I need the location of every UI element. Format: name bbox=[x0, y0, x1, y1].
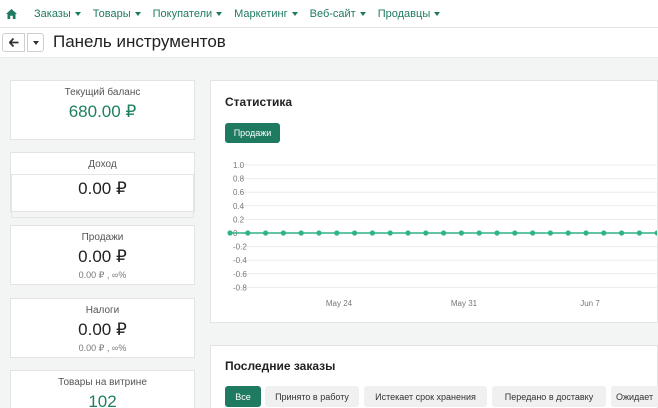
nav-website-label: Веб-сайт bbox=[309, 7, 356, 20]
chevron-down-icon bbox=[134, 12, 141, 16]
balance-value: 680.00 ₽ bbox=[68, 102, 137, 121]
data-point bbox=[654, 230, 657, 236]
chevron-down-icon bbox=[216, 12, 223, 16]
data-point bbox=[280, 230, 286, 236]
y-tick-label: -0.2 bbox=[233, 243, 247, 252]
data-point bbox=[494, 230, 500, 236]
data-point bbox=[298, 230, 304, 236]
nav-products-label: Товары bbox=[92, 7, 131, 20]
nav-products[interactable]: Товары bbox=[93, 8, 141, 20]
y-tick-label: 0.6 bbox=[233, 188, 245, 197]
data-point bbox=[547, 230, 553, 236]
y-tick-label: 0.8 bbox=[233, 175, 245, 184]
data-point bbox=[530, 230, 536, 236]
y-tick-label: 0.2 bbox=[233, 215, 245, 224]
page-title: Панель инструментов bbox=[53, 32, 226, 51]
chevron-down-icon bbox=[74, 12, 81, 16]
taxes-card: Налоги 0.00 ₽ 0.00 ₽ , ∞% bbox=[10, 298, 195, 358]
filter-in-delivery-button[interactable]: Передано в доставку bbox=[492, 386, 606, 407]
income-label: Доход bbox=[88, 159, 117, 170]
data-point bbox=[583, 230, 589, 236]
sales-tab-button[interactable]: Продажи bbox=[225, 123, 280, 143]
data-point bbox=[423, 230, 429, 236]
data-point bbox=[601, 230, 607, 236]
products-label: Товары на витрине bbox=[58, 377, 147, 388]
income-card: Доход 0.00 ₽ bbox=[10, 152, 195, 218]
data-point bbox=[476, 230, 482, 236]
data-point bbox=[334, 230, 340, 236]
sales-label: Продажи bbox=[81, 232, 124, 243]
sales-card: Продажи 0.00 ₽ 0.00 ₽ , ∞% bbox=[10, 225, 195, 285]
filter-all-button[interactable]: Все bbox=[225, 386, 261, 407]
data-point bbox=[245, 230, 251, 236]
x-tick-label: May 31 bbox=[451, 299, 478, 308]
filter-storage-expiring-button[interactable]: Истекает срок хранения bbox=[364, 386, 487, 407]
data-point bbox=[316, 230, 322, 236]
products-card: Товары на витрине 102 bbox=[10, 370, 195, 408]
sales-value: 0.00 ₽ bbox=[78, 247, 127, 266]
sales-chart: 1.00.80.60.40.20-0.2-0.4-0.6-0.8May 24 Ma… bbox=[227, 161, 657, 308]
data-point bbox=[227, 230, 233, 236]
y-tick-label: 0.4 bbox=[233, 202, 245, 211]
products-value: 102 bbox=[88, 392, 117, 408]
data-point bbox=[565, 230, 571, 236]
nav-customers[interactable]: Покупатели bbox=[153, 8, 223, 20]
nav-orders-label: Заказы bbox=[34, 7, 71, 20]
home-icon[interactable] bbox=[0, 0, 22, 28]
chevron-down-icon bbox=[32, 40, 39, 45]
taxes-label: Налоги bbox=[85, 305, 120, 316]
data-point bbox=[352, 230, 358, 236]
nav-website[interactable]: Веб-сайт bbox=[310, 8, 366, 20]
nav-orders[interactable]: Заказы bbox=[34, 8, 81, 20]
data-point bbox=[405, 230, 411, 236]
income-box: 0.00 ₽ bbox=[11, 174, 194, 218]
title-bar: Панель инструментов bbox=[0, 28, 658, 58]
taxes-change: 0.00 ₽ , ∞% bbox=[78, 343, 127, 353]
data-point bbox=[619, 230, 625, 236]
nav-vendors-label: Продавцы bbox=[377, 7, 431, 20]
balance-card: Текущий баланс 680.00 ₽ bbox=[10, 80, 195, 140]
nav-customers-label: Покупатели bbox=[152, 7, 213, 20]
filter-pending-button[interactable]: Ожидает bbox=[611, 386, 658, 407]
chevron-down-icon bbox=[359, 12, 366, 16]
data-point bbox=[369, 230, 375, 236]
chevron-down-icon bbox=[291, 12, 298, 16]
y-tick-label: 1.0 bbox=[233, 161, 245, 170]
chevron-down-icon bbox=[434, 12, 441, 16]
balance-label: Текущий баланс bbox=[64, 87, 141, 98]
data-point bbox=[263, 230, 269, 236]
back-history-dropdown[interactable] bbox=[27, 33, 44, 52]
taxes-value: 0.00 ₽ bbox=[78, 320, 127, 339]
y-tick-label: -0.8 bbox=[233, 283, 247, 292]
x-tick-label: Jun 7 bbox=[580, 299, 600, 308]
y-tick-label: -0.6 bbox=[233, 270, 247, 279]
recent-orders-title: Последние заказы bbox=[225, 359, 336, 373]
nav-vendors[interactable]: Продавцы bbox=[378, 8, 441, 20]
income-value: 0.00 ₽ bbox=[78, 179, 127, 198]
y-tick-label: -0.4 bbox=[233, 256, 247, 265]
x-tick-label: May 24 bbox=[326, 299, 353, 308]
sales-change: 0.00 ₽ , ∞% bbox=[78, 270, 127, 280]
data-point bbox=[387, 230, 393, 236]
statistics-title: Статистика bbox=[225, 95, 293, 109]
back-button[interactable] bbox=[2, 33, 25, 52]
filter-accepted-button[interactable]: Принято в работу bbox=[265, 386, 359, 407]
statistics-panel: Статистика Продажи 1.0 0.8 0.6 0.4 0.2 0 -0.2-… bbox=[210, 80, 658, 323]
arrow-left-icon bbox=[8, 38, 18, 47]
data-point bbox=[441, 230, 447, 236]
nav-marketing[interactable]: Маркетинг bbox=[234, 7, 298, 20]
top-navigation: Заказы Товары Покупатели Маркетинг Веб-с… bbox=[0, 0, 658, 28]
data-point bbox=[512, 230, 518, 236]
data-point bbox=[458, 230, 464, 236]
data-point bbox=[636, 230, 642, 236]
recent-orders-panel: Последние заказы Все Принято в работу Ис… bbox=[210, 345, 658, 408]
nav-marketing-label: Маркетинг bbox=[234, 7, 288, 20]
